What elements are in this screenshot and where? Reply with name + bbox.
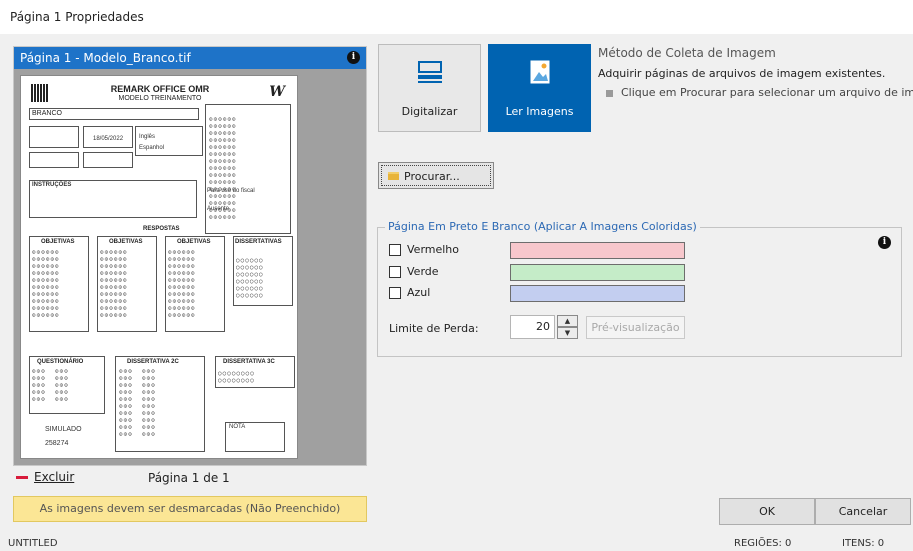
read-images-button[interactable]: Ler Imagens bbox=[488, 44, 591, 132]
method-hint: Clique em Procurar para selecionar um ar… bbox=[606, 86, 913, 99]
form-title: REMARK OFFICE OMR bbox=[110, 84, 210, 94]
form-col4-bubbles: ○○○○○○ ○○○○○○ ○○○○○○ ○○○○○○ ○○○○○○ ○○○○○… bbox=[236, 257, 264, 299]
image-file-icon bbox=[530, 60, 550, 84]
form-instructions-title: INSTRUÇÕES bbox=[32, 182, 72, 188]
scan-button[interactable]: Digitalizar bbox=[378, 44, 481, 132]
read-label: Ler Imagens bbox=[505, 105, 574, 118]
properties-dialog: Página 1 Propriedades Página 1 - Modelo_… bbox=[0, 0, 913, 551]
status-regions: REGIÕES: 0 bbox=[734, 538, 792, 549]
form-sec-c: DISSERTATIVA 3C bbox=[223, 359, 275, 365]
info-icon[interactable]: i bbox=[878, 236, 891, 249]
form-lang2: Espanhol bbox=[139, 145, 165, 151]
preview-button[interactable]: Pré-visualização bbox=[586, 316, 685, 339]
form-col2-title: OBJETIVAS bbox=[109, 239, 143, 245]
window-title: Página 1 Propriedades bbox=[10, 10, 144, 24]
form-box-a bbox=[29, 126, 79, 148]
browse-button[interactable]: Procurar... bbox=[378, 162, 494, 189]
form-answers-title: RESPOSTAS bbox=[143, 226, 180, 232]
stepper-up-icon[interactable]: ▲ bbox=[557, 315, 578, 327]
form-col3-title: OBJETIVAS bbox=[177, 239, 211, 245]
form-simulado-label: SIMULADO bbox=[45, 426, 82, 433]
ok-button[interactable]: OK bbox=[719, 498, 815, 525]
form-sec-c-bubbles: ○○○○○○○○ ○○○○○○○○ bbox=[218, 370, 255, 384]
status-document: UNTITLED bbox=[8, 538, 58, 549]
form-col1-bubbles: ⊙⊙⊙⊙⊙⊙ ⊙⊙⊙⊙⊙⊙ ⊙⊙⊙⊙⊙⊙ ⊙⊙⊙⊙⊙⊙ ⊙⊙⊙⊙⊙⊙ ⊙⊙⊙⊙⊙… bbox=[32, 249, 60, 319]
delete-label: Excluir bbox=[34, 470, 75, 484]
form-box-c bbox=[135, 126, 203, 156]
bw-group-legend: Página Em Preto E Branco (Aplicar A Imag… bbox=[385, 220, 700, 233]
checkbox-blue-box[interactable] bbox=[389, 287, 401, 299]
form-logo: W bbox=[269, 84, 285, 100]
loss-limit-label: Limite de Perda: bbox=[389, 322, 479, 335]
method-description: Adquirir páginas de arquivos de imagem e… bbox=[598, 67, 886, 80]
scanner-icon bbox=[418, 61, 442, 83]
scan-label: Digitalizar bbox=[401, 105, 458, 118]
form-sec-b-bubbles: ⊙⊙⊙ ⊙⊙⊙ ⊙⊙⊙ ⊙⊙⊙ ⊙⊙⊙ ⊙⊙⊙ ⊙⊙⊙ ⊙⊙⊙ ⊙⊙⊙ ⊙⊙⊙ … bbox=[119, 368, 156, 438]
form-sec-a: QUESTIONÁRIO bbox=[37, 359, 84, 365]
form-simulado-number: 258274 bbox=[45, 440, 69, 447]
browse-label: Procurar... bbox=[404, 170, 460, 183]
stepper-down-icon[interactable]: ▼ bbox=[557, 327, 578, 339]
status-bar: UNTITLED REGIÕES: 0 ITENS: 0 bbox=[0, 535, 913, 551]
form-name-field: BRANCO bbox=[29, 108, 199, 120]
form-absent: Ausente bbox=[207, 206, 230, 212]
status-items: ITENS: 0 bbox=[842, 538, 885, 549]
form-col2-bubbles: ⊙⊙⊙⊙⊙⊙ ⊙⊙⊙⊙⊙⊙ ⊙⊙⊙⊙⊙⊙ ⊙⊙⊙⊙⊙⊙ ⊙⊙⊙⊙⊙⊙ ⊙⊙⊙⊙⊙… bbox=[100, 249, 128, 319]
form-col4-title: DISSERTATIVAS bbox=[235, 239, 282, 245]
title-bar: Página 1 Propriedades bbox=[0, 0, 913, 34]
info-icon[interactable]: i bbox=[347, 51, 360, 64]
method-title: Método de Coleta de Imagem bbox=[598, 46, 776, 60]
form-sec-d: NOTA bbox=[229, 424, 246, 430]
form-date: 18/05/2022 bbox=[93, 136, 124, 142]
scanned-form-image: REMARK OFFICE OMR MODELO TREINAMENTO W B… bbox=[20, 75, 298, 459]
page-count: Página 1 de 1 bbox=[148, 471, 230, 485]
checkbox-red-label: Vermelho bbox=[407, 243, 460, 256]
warning-banner: As imagens devem ser desmarcadas (Não Pr… bbox=[13, 496, 367, 522]
form-box-e bbox=[83, 152, 133, 168]
folder-icon bbox=[388, 172, 399, 180]
bullet-icon bbox=[606, 89, 613, 97]
blue-color-swatch bbox=[510, 285, 685, 302]
loss-limit-input[interactable]: 20 bbox=[510, 315, 555, 339]
preview-canvas[interactable]: REMARK OFFICE OMR MODELO TREINAMENTO W B… bbox=[14, 69, 366, 465]
image-preview-panel: Página 1 - Modelo_Branco.tif i REMARK OF… bbox=[13, 46, 367, 466]
form-col1-title: OBJETIVAS bbox=[41, 239, 75, 245]
form-subtitle: MODELO TREINAMENTO bbox=[118, 95, 202, 102]
red-color-swatch bbox=[510, 242, 685, 259]
form-absent-note: Para uso do fiscal bbox=[207, 188, 255, 194]
cancel-button[interactable]: Cancelar bbox=[815, 498, 911, 525]
preview-title: Página 1 - Modelo_Branco.tif bbox=[20, 51, 191, 65]
delete-button[interactable]: Excluir bbox=[16, 470, 74, 484]
checkbox-green-label: Verde bbox=[407, 265, 439, 278]
checkbox-red-box[interactable] bbox=[389, 244, 401, 256]
method-hint-text: Clique em Procurar para selecionar um ar… bbox=[621, 86, 913, 99]
form-sec-b: DISSERTATIVA 2C bbox=[127, 359, 179, 365]
form-col3-bubbles: ⊙⊙⊙⊙⊙⊙ ⊙⊙⊙⊙⊙⊙ ⊙⊙⊙⊙⊙⊙ ⊙⊙⊙⊙⊙⊙ ⊙⊙⊙⊙⊙⊙ ⊙⊙⊙⊙⊙… bbox=[168, 249, 196, 319]
loss-limit-stepper: ▲ ▼ bbox=[557, 315, 578, 339]
minus-icon bbox=[16, 476, 28, 479]
checkbox-green-box[interactable] bbox=[389, 266, 401, 278]
form-sec-a-bubbles: ⊙⊙⊙ ⊙⊙⊙ ⊙⊙⊙ ⊙⊙⊙ ⊙⊙⊙ ⊙⊙⊙ ⊙⊙⊙ ⊙⊙⊙ ⊙⊙⊙ ⊙⊙⊙ bbox=[32, 368, 69, 403]
green-color-swatch bbox=[510, 264, 685, 281]
form-lang1: Inglês bbox=[139, 134, 156, 140]
preview-header: Página 1 - Modelo_Branco.tif i bbox=[14, 47, 366, 69]
form-box-d bbox=[29, 152, 79, 168]
checkbox-blue-label: Azul bbox=[407, 286, 431, 299]
